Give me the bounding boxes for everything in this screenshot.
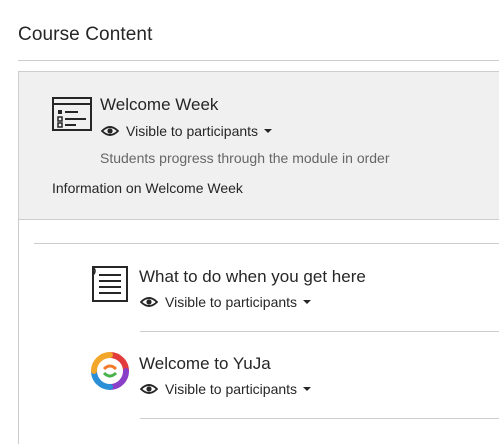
yuja-logo-icon — [91, 352, 129, 390]
module-content-divider — [34, 243, 499, 244]
item-divider — [140, 418, 499, 419]
item-visibility-dropdown[interactable]: Visible to participants — [140, 381, 312, 397]
item-title[interactable]: What to do when you get here — [139, 267, 366, 287]
module-visibility-dropdown[interactable]: Visible to participants — [101, 123, 273, 139]
module-visibility-label: Visible to participants — [126, 123, 259, 139]
module-info: Information on Welcome Week — [52, 180, 243, 196]
eye-icon — [101, 126, 119, 136]
item-visibility-label: Visible to participants — [165, 381, 298, 397]
learning-module-icon — [52, 97, 92, 131]
eye-icon — [140, 384, 158, 394]
course-content-heading: Course Content — [18, 24, 153, 45]
item-visibility-label: Visible to participants — [165, 294, 298, 310]
item-title[interactable]: Welcome to YuJa — [139, 354, 271, 374]
heading-divider — [18, 60, 499, 61]
chevron-down-icon — [264, 129, 273, 133]
item-visibility-dropdown[interactable]: Visible to participants — [140, 294, 312, 310]
chevron-down-icon — [303, 300, 312, 304]
eye-icon — [140, 297, 158, 307]
learning-module: Welcome Week Visible to participants Stu… — [18, 71, 499, 444]
item-divider — [140, 331, 499, 332]
module-header[interactable]: Welcome Week Visible to participants Stu… — [19, 72, 499, 220]
module-description: Students progress through the module in … — [100, 150, 390, 166]
document-icon — [92, 266, 128, 302]
module-title[interactable]: Welcome Week — [100, 95, 218, 115]
chevron-down-icon — [303, 387, 312, 391]
